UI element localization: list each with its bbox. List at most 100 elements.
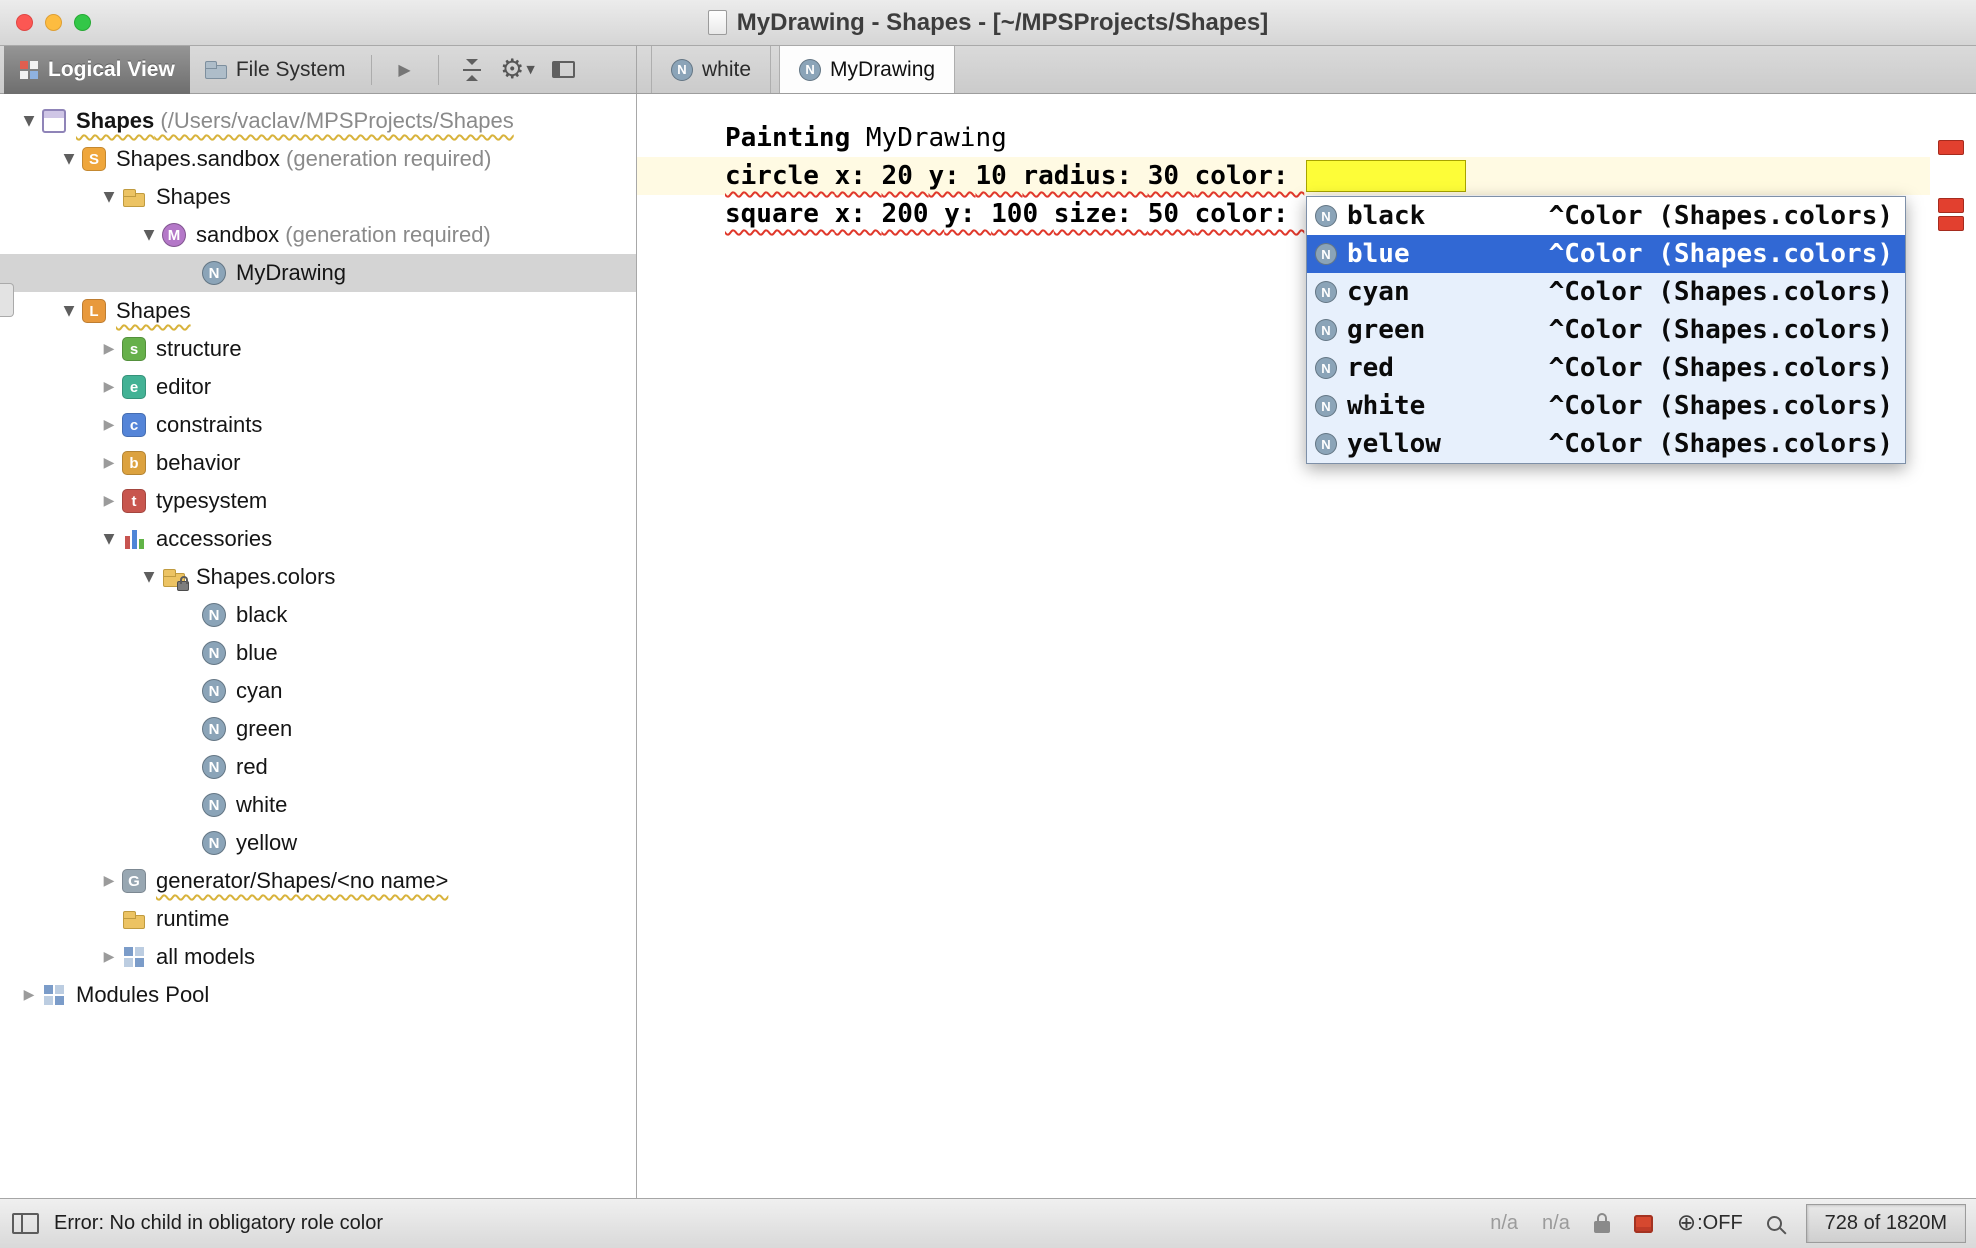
node-icon: N	[202, 261, 226, 285]
completion-item-white[interactable]: Nwhite^Color (Shapes.colors)	[1307, 387, 1905, 425]
expand-node-button[interactable]: ▶	[382, 46, 428, 94]
collapsed-arrow-icon[interactable]: ▶	[96, 417, 122, 433]
tree-item-sandbox[interactable]: ▼Msandbox (generation required)	[0, 216, 636, 254]
editor-tab-white[interactable]: Nwhite	[651, 46, 771, 93]
tree-item-label: Shapes	[116, 298, 191, 324]
collapse-all-button[interactable]	[449, 46, 495, 94]
tree-item-cyan[interactable]: Ncyan	[0, 672, 636, 710]
toolwindow-toggle-icon[interactable]	[12, 1213, 39, 1234]
project-icon	[42, 109, 66, 133]
tree-item-yellow[interactable]: Nyellow	[0, 824, 636, 862]
code-line-circle-statement[interactable]: circle x: 20 y: 10 radius: 30 color:	[637, 157, 1930, 195]
tree-item-green[interactable]: Ngreen	[0, 710, 636, 748]
completion-item-red[interactable]: Nred^Color (Shapes.colors)	[1307, 349, 1905, 387]
tree-item-all-models[interactable]: ▶all models	[0, 938, 636, 976]
expanded-arrow-icon[interactable]: ▼	[136, 227, 162, 243]
hector-inspector-icon[interactable]	[1634, 1215, 1653, 1233]
expanded-arrow-icon[interactable]: ▼	[136, 569, 162, 585]
completion-item-label: cyan	[1347, 277, 1410, 307]
memory-indicator[interactable]: 728 of 1820M	[1806, 1204, 1966, 1243]
error-stripe-mark[interactable]	[1938, 140, 1964, 155]
error-stripe-mark[interactable]	[1938, 198, 1964, 213]
circle-statement: circle x: 20 y: 10 radius: 30 color:	[725, 161, 1304, 191]
tree-item-runtime[interactable]: runtime	[0, 900, 636, 938]
completion-item-blue[interactable]: Nblue^Color (Shapes.colors)	[1307, 235, 1905, 273]
node-icon: N	[202, 793, 226, 817]
settings-button[interactable]: ⚙ ▼	[495, 46, 541, 94]
tree-item-shapes-sandbox[interactable]: ▼S Shapes.sandbox (generation required)	[0, 140, 636, 178]
editor-tab-mydrawing[interactable]: NMyDrawing	[779, 46, 955, 93]
tree-item-red[interactable]: Nred	[0, 748, 636, 786]
editor[interactable]: Painting MyDrawing circle x: 20 y: 10 rad…	[637, 94, 1976, 1198]
tool-window-stripe-button[interactable]	[0, 283, 14, 317]
tree-item-shapes[interactable]: ▼Shapes (/Users/vaclav/MPSProjects/Shape…	[0, 102, 636, 140]
tree-item-mydrawing[interactable]: NMyDrawing	[0, 254, 636, 292]
magnifier-icon[interactable]	[1767, 1216, 1782, 1231]
tree-item-generator-shapes-no-name[interactable]: ▶Ggenerator/Shapes/<no name>	[0, 862, 636, 900]
tree-item-label: behavior	[156, 450, 240, 476]
hide-panel-button[interactable]	[541, 46, 587, 94]
completion-item-black[interactable]: Nblack^Color (Shapes.colors)	[1307, 197, 1905, 235]
completion-item-label: black	[1347, 201, 1425, 231]
tree-item-label: runtime	[156, 906, 229, 932]
tree-item-shapes-colors[interactable]: ▼ Shapes.colors	[0, 558, 636, 596]
gear-icon: ⚙	[500, 56, 524, 83]
tree-item-editor[interactable]: ▶eeditor	[0, 368, 636, 406]
typesystem-icon: t	[122, 489, 146, 513]
tree-item-accessories[interactable]: ▼accessories	[0, 520, 636, 558]
tree-item-shapes[interactable]: ▼Shapes	[0, 178, 636, 216]
logical-view-button[interactable]: Logical View	[4, 46, 190, 94]
document-icon	[708, 10, 727, 35]
editor-tabs: NwhiteNMyDrawing	[651, 46, 963, 93]
tree-item-constraints[interactable]: ▶cconstraints	[0, 406, 636, 444]
color-edit-cell[interactable]	[1306, 160, 1466, 192]
tree-item-label: typesystem	[156, 488, 267, 514]
project-tree: ▼Shapes (/Users/vaclav/MPSProjects/Shape…	[0, 94, 637, 1198]
tree-item-behavior[interactable]: ▶bbehavior	[0, 444, 636, 482]
expanded-arrow-icon[interactable]: ▼	[16, 113, 42, 129]
code-line-painting-declaration[interactable]: Painting MyDrawing	[637, 119, 1930, 157]
completion-item-cyan[interactable]: Ncyan^Color (Shapes.colors)	[1307, 273, 1905, 311]
close-button[interactable]	[16, 14, 33, 31]
tree-item-shapes[interactable]: ▼L Shapes	[0, 292, 636, 330]
completion-item-type: ^Color (Shapes.colors)	[1549, 277, 1893, 307]
highlighting-level-widget[interactable]: ⊕ :OFF	[1677, 1212, 1743, 1235]
collapsed-arrow-icon[interactable]: ▶	[96, 341, 122, 357]
row-indicator: n/a	[1490, 1212, 1518, 1235]
collapsed-arrow-icon[interactable]: ▶	[96, 455, 122, 471]
expanded-arrow-icon[interactable]: ▼	[56, 303, 82, 319]
folder-icon	[122, 907, 146, 931]
collapsed-arrow-icon[interactable]: ▶	[16, 987, 42, 1003]
error-stripe-mark[interactable]	[1938, 216, 1964, 231]
toolbar: Logical View File System ▶ ⚙ ▼ NwhiteNMy…	[0, 46, 1976, 94]
tree-item-typesystem[interactable]: ▶t typesystem	[0, 482, 636, 520]
tree-item-label: Shapes.sandbox (generation required)	[116, 146, 491, 172]
solution-icon: S	[82, 147, 106, 171]
tree-item-structure[interactable]: ▶sstructure	[0, 330, 636, 368]
tree-item-label: Shapes.colors	[196, 564, 335, 590]
file-system-button[interactable]: File System	[190, 46, 361, 94]
tree-item-label: white	[236, 792, 287, 818]
folder-icon	[122, 185, 146, 209]
tree-item-white[interactable]: Nwhite	[0, 786, 636, 824]
collapsed-arrow-icon[interactable]: ▶	[96, 873, 122, 889]
expanded-arrow-icon[interactable]: ▼	[56, 151, 82, 167]
collapsed-arrow-icon[interactable]: ▶	[96, 949, 122, 965]
lock-icon[interactable]	[1594, 1221, 1610, 1233]
collapsed-arrow-icon[interactable]: ▶	[96, 379, 122, 395]
tree-item-black[interactable]: Nblack	[0, 596, 636, 634]
tab-label: MyDrawing	[830, 58, 935, 82]
expanded-arrow-icon[interactable]: ▼	[96, 531, 122, 547]
completion-item-type: ^Color (Shapes.colors)	[1549, 391, 1893, 421]
zoom-button[interactable]	[74, 14, 91, 31]
tree-item-blue[interactable]: Nblue	[0, 634, 636, 672]
language-icon: L	[82, 299, 106, 323]
completion-item-yellow[interactable]: Nyellow^Color (Shapes.colors)	[1307, 425, 1905, 463]
completion-item-green[interactable]: Ngreen^Color (Shapes.colors)	[1307, 311, 1905, 349]
folder-lock-icon	[162, 565, 186, 589]
expanded-arrow-icon[interactable]: ▼	[96, 189, 122, 205]
collapsed-arrow-icon[interactable]: ▶	[96, 493, 122, 509]
tree-item-modules-pool[interactable]: ▶Modules Pool	[0, 976, 636, 1014]
right-arrow-icon: ▶	[398, 60, 410, 79]
minimize-button[interactable]	[45, 14, 62, 31]
